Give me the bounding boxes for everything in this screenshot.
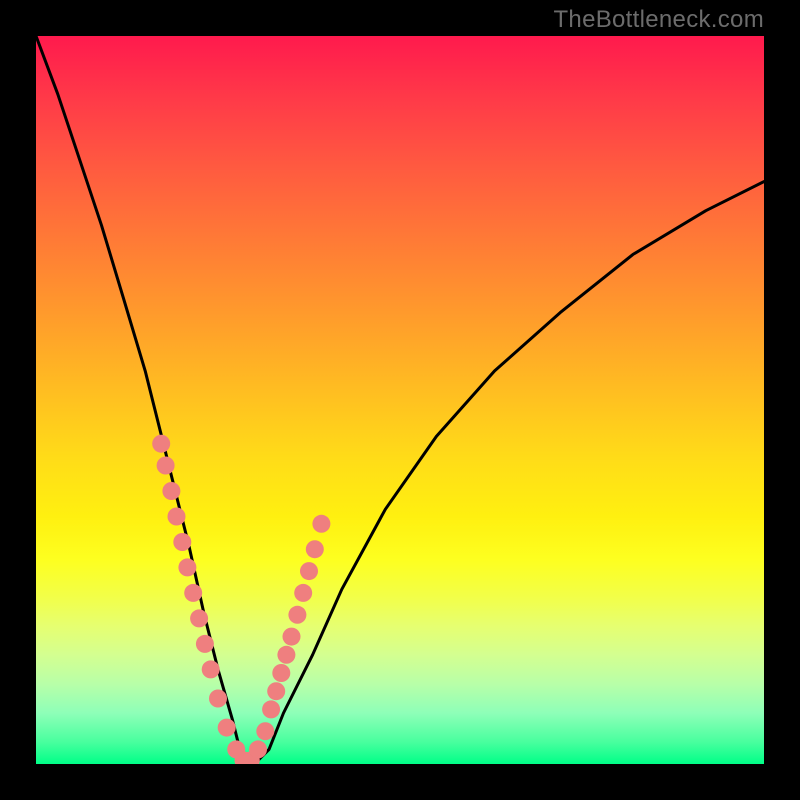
sample-dot <box>162 482 180 500</box>
sample-dot <box>256 722 274 740</box>
sample-dot <box>283 628 301 646</box>
sample-dot <box>173 533 191 551</box>
sample-dot <box>300 562 318 580</box>
sample-dot <box>306 540 324 558</box>
sample-dot <box>152 435 170 453</box>
sample-dot <box>277 646 295 664</box>
sample-dot <box>312 515 330 533</box>
sample-dot <box>249 740 267 758</box>
sample-dot <box>196 635 214 653</box>
sample-dot <box>178 558 196 576</box>
plot-area <box>36 36 764 764</box>
sample-dot <box>267 682 285 700</box>
chart-svg <box>36 36 764 764</box>
sample-dot <box>184 584 202 602</box>
watermark-text: TheBottleneck.com <box>553 6 764 34</box>
bottleneck-curve <box>36 36 764 764</box>
sample-dot <box>190 609 208 627</box>
sample-dot <box>157 457 175 475</box>
chart-frame: TheBottleneck.com <box>0 0 800 800</box>
sample-dot <box>288 606 306 624</box>
sample-dot <box>168 508 186 526</box>
sample-dot <box>218 719 236 737</box>
sample-dot <box>262 700 280 718</box>
sample-dot <box>294 584 312 602</box>
sample-dot <box>272 664 290 682</box>
sample-dot <box>202 660 220 678</box>
sample-dots-group <box>152 435 330 764</box>
sample-dot <box>209 690 227 708</box>
